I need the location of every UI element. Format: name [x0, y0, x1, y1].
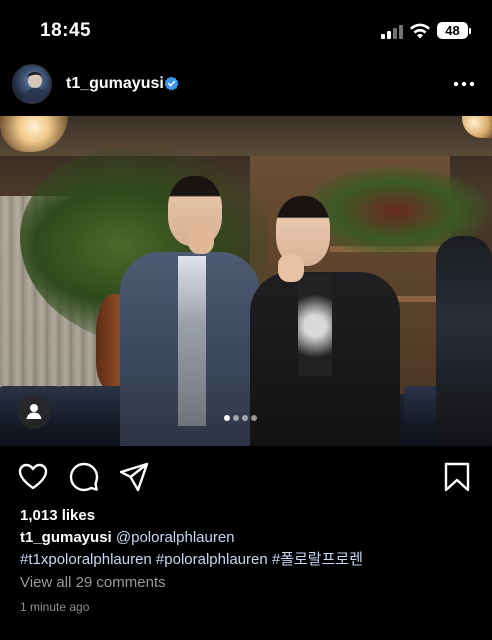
person-shirt	[178, 256, 206, 426]
avatar[interactable]	[12, 64, 52, 104]
carousel-dot	[251, 415, 257, 421]
status-time: 18:45	[40, 20, 92, 41]
post-photo[interactable]	[0, 116, 492, 446]
carousel-dot	[242, 415, 248, 421]
heart-icon[interactable]	[18, 462, 48, 492]
caption-hashtags[interactable]: #t1xpoloralphlauren #poloralphlauren #폴로…	[20, 548, 363, 569]
comment-icon[interactable]	[69, 462, 99, 492]
photo-folded-clothes	[58, 386, 128, 424]
tagged-people-icon[interactable]	[17, 395, 51, 429]
post-timestamp: 1 minute ago	[20, 600, 90, 614]
caption-mention[interactable]: @poloralphlauren	[116, 529, 235, 546]
bookmark-icon[interactable]	[442, 462, 472, 492]
battery-icon: 48	[437, 22, 468, 39]
carousel-dot	[224, 415, 230, 421]
post-header: t1_gumayusi	[0, 58, 492, 116]
status-bar: 18:45 48	[0, 0, 492, 58]
post-username[interactable]: t1_gumayusi	[66, 75, 164, 93]
photo-mannequin	[436, 236, 492, 446]
photo-person-right	[250, 196, 400, 446]
share-icon[interactable]	[119, 462, 149, 492]
battery-tip	[469, 28, 471, 34]
photo-person-left	[120, 176, 260, 446]
post-caption: t1_gumayusi @poloralphlauren	[20, 529, 235, 546]
person-shirt	[298, 276, 332, 376]
like-count[interactable]: 1,013 likes	[20, 507, 95, 524]
avatar-image	[21, 71, 49, 103]
more-options-icon[interactable]	[452, 74, 476, 94]
view-comments-link[interactable]: View all 29 comments	[20, 574, 166, 591]
caption-username[interactable]: t1_gumayusi	[20, 529, 112, 546]
cellular-signal-icon	[381, 25, 403, 39]
carousel-indicator	[224, 408, 260, 421]
person-hand	[278, 254, 304, 282]
person-hand	[188, 224, 214, 254]
post-actions-bar	[0, 446, 492, 502]
verified-badge-icon	[164, 76, 179, 91]
wifi-icon	[410, 23, 430, 39]
carousel-dot	[233, 415, 239, 421]
photo-ceiling	[0, 116, 492, 156]
